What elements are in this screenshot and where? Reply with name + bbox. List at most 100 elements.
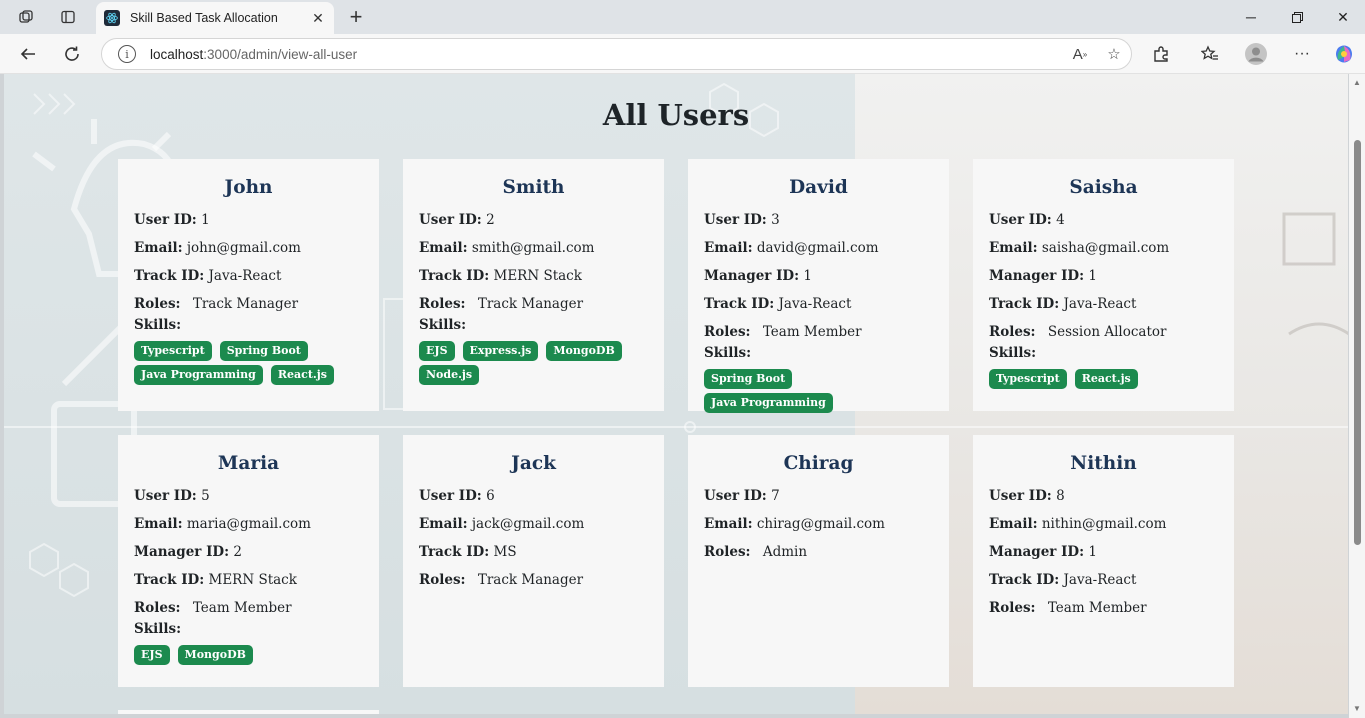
skills-list: Spring Boot Java Programming — [704, 369, 933, 417]
user-name: Saisha — [1069, 177, 1138, 198]
skills-list: Typescript React.js — [989, 369, 1218, 393]
user-card: Jack User ID: 6 Email: jack@gmail.com Tr… — [403, 435, 664, 687]
user-id-row: User ID: 3 — [704, 212, 780, 228]
user-name: John — [224, 177, 273, 198]
page-viewport: All Users John User ID: 1 Email: john@gm… — [4, 74, 1348, 714]
user-id-row: User ID: 7 — [704, 488, 780, 504]
user-id-row: User ID: 6 — [419, 488, 495, 504]
track-id-row: Track ID: Java-React — [704, 296, 852, 312]
extensions-icon[interactable] — [1147, 42, 1175, 66]
user-card: David User ID: 3 Email: david@gmail.com … — [688, 159, 949, 413]
skills-list: Typescript Spring Boot Java Programming … — [134, 341, 363, 389]
roles-row: Roles: Team Member — [989, 600, 1147, 616]
user-id-row: User ID: 4 — [989, 212, 1065, 228]
email-row: Email: saisha@gmail.com — [989, 240, 1170, 256]
roles-row: Roles: Track Manager — [419, 296, 584, 312]
skill-badge: React.js — [270, 365, 334, 385]
tab-close-icon[interactable]: ✕ — [310, 10, 326, 27]
user-name: Maria — [217, 453, 280, 474]
track-id-row: Track ID: Java-React — [989, 572, 1137, 588]
skill-badge: EJS — [419, 341, 455, 361]
skill-badge: EJS — [134, 645, 170, 665]
skills-label: Skills: — [134, 317, 182, 333]
site-info-icon[interactable]: i — [118, 45, 136, 63]
track-id-row: Track ID: Java-React — [134, 268, 282, 284]
skills-label: Skills: — [419, 317, 467, 333]
user-id-row: User ID: 1 — [134, 212, 210, 228]
workspaces-icon[interactable] — [14, 6, 38, 28]
new-tab-icon[interactable]: + — [344, 4, 368, 29]
user-id-row: User ID: 5 — [134, 488, 210, 504]
page-title: All Users — [602, 98, 750, 132]
browser-toolbar: i localhost:3000/admin/view-all-user A» … — [0, 34, 1365, 74]
track-id-row: Track ID: MERN Stack — [134, 572, 297, 588]
email-row: Email: chirag@gmail.com — [704, 516, 885, 532]
url-text: localhost:3000/admin/view-all-user — [150, 46, 358, 62]
manager-id-row: Manager ID: 2 — [134, 544, 242, 560]
user-card: Smith User ID: 2 Email: smith@gmail.com … — [403, 159, 664, 411]
roles-row: Roles: Track Manager — [134, 296, 299, 312]
skill-badge: Java Programming — [704, 393, 833, 413]
minimize-icon[interactable]: ─ — [1228, 5, 1274, 29]
user-id-row: User ID: 8 — [989, 488, 1065, 504]
skills-label: Skills: — [704, 345, 752, 361]
window-close-icon[interactable]: ✕ — [1320, 5, 1365, 29]
email-row: Email: maria@gmail.com — [134, 516, 311, 532]
email-row: Email: jack@gmail.com — [419, 516, 585, 532]
skill-badge: React.js — [1074, 369, 1138, 389]
restore-icon[interactable] — [1274, 5, 1320, 29]
tab-actions-icon[interactable] — [56, 6, 80, 28]
user-name: Chirag — [783, 453, 854, 474]
email-row: Email: john@gmail.com — [134, 240, 301, 256]
skill-badge: Java Programming — [134, 365, 263, 385]
roles-row: Roles: Team Member — [704, 324, 862, 340]
refresh-icon[interactable] — [60, 42, 84, 66]
skills-list: EJS Express.js MongoDB Node.js — [419, 341, 648, 389]
user-name: Jack — [511, 453, 556, 474]
scroll-up-icon[interactable]: ▲ — [1353, 78, 1361, 87]
manager-id-row: Manager ID: 1 — [704, 268, 812, 284]
roles-row: Roles: Session Allocator — [989, 324, 1167, 340]
user-id-row: User ID: 2 — [419, 212, 495, 228]
skill-badge: Express.js — [462, 341, 539, 361]
skills-label: Skills: — [989, 345, 1037, 361]
page-scrollbar[interactable]: ▲ ▼ — [1349, 74, 1365, 718]
user-card-partial — [118, 710, 379, 714]
user-name: David — [789, 177, 848, 198]
manager-id-row: Manager ID: 1 — [989, 268, 1097, 284]
skill-badge: Spring Boot — [704, 369, 793, 389]
track-id-row: Track ID: Java-React — [989, 296, 1137, 312]
roles-row: Roles: Track Manager — [419, 572, 584, 588]
roles-row: Roles: Team Member — [134, 600, 292, 616]
skill-badge: MongoDB — [546, 341, 622, 361]
skills-label: Skills: — [134, 621, 182, 637]
scrollbar-thumb[interactable] — [1354, 140, 1361, 545]
email-row: Email: david@gmail.com — [704, 240, 879, 256]
profile-avatar-icon[interactable] — [1242, 42, 1270, 66]
address-bar[interactable]: i localhost:3000/admin/view-all-user A» … — [101, 38, 1132, 70]
skill-badge: Typescript — [134, 341, 212, 361]
tab-title: Skill Based Task Allocation — [130, 11, 278, 25]
browser-tab-bar: Skill Based Task Allocation ✕ + ─ ✕ — [0, 0, 1365, 34]
email-row: Email: nithin@gmail.com — [989, 516, 1167, 532]
user-name: Smith — [502, 177, 565, 198]
browser-tab-active[interactable]: Skill Based Task Allocation ✕ — [96, 2, 334, 34]
user-card: John User ID: 1 Email: john@gmail.com Tr… — [118, 159, 379, 411]
favorites-icon[interactable] — [1196, 42, 1224, 66]
back-icon[interactable] — [16, 42, 40, 66]
favorite-star-icon[interactable]: ☆ — [1097, 38, 1131, 70]
skill-badge: MongoDB — [177, 645, 253, 665]
user-card: Maria User ID: 5 Email: maria@gmail.com … — [118, 435, 379, 687]
email-row: Email: smith@gmail.com — [419, 240, 595, 256]
user-card: Saisha User ID: 4 Email: saisha@gmail.co… — [973, 159, 1234, 411]
scroll-down-icon[interactable]: ▼ — [1353, 704, 1361, 713]
read-aloud-icon[interactable]: A» — [1063, 38, 1097, 70]
user-card: Chirag User ID: 7 Email: chirag@gmail.co… — [688, 435, 949, 687]
track-id-row: Track ID: MERN Stack — [419, 268, 582, 284]
copilot-icon[interactable] — [1330, 42, 1358, 66]
user-card: Nithin User ID: 8 Email: nithin@gmail.co… — [973, 435, 1234, 687]
more-menu-icon[interactable]: ··· — [1288, 42, 1316, 66]
manager-id-row: Manager ID: 1 — [989, 544, 1097, 560]
track-id-row: Track ID: MS — [419, 544, 517, 560]
react-icon — [104, 10, 120, 26]
